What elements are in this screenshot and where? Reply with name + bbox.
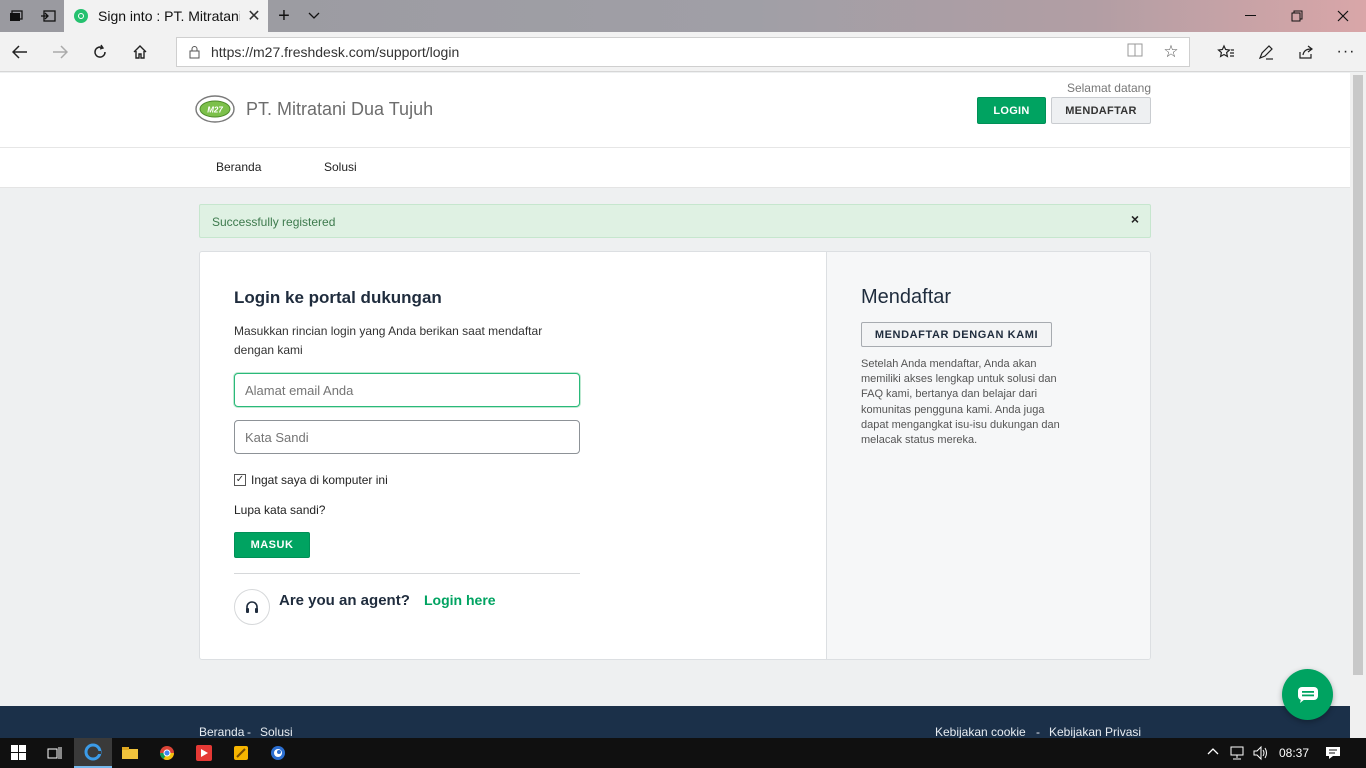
footer-link-solusi[interactable]: Solusi: [260, 725, 293, 738]
alert-message: Successfully registered: [212, 215, 336, 229]
login-button[interactable]: LOGIN: [977, 97, 1046, 124]
show-hidden-icons-chevron-up-icon[interactable]: [1207, 745, 1219, 762]
divider: [234, 573, 580, 574]
remember-label: Ingat saya di komputer ini: [251, 473, 388, 487]
volume-icon[interactable]: [1252, 745, 1270, 764]
forgot-password-link[interactable]: Lupa kata sandi?: [234, 503, 325, 517]
home-icon[interactable]: [120, 32, 160, 72]
web-page: M27 PT. Mitratani Dua Tujuh Selamat data…: [0, 73, 1350, 738]
submit-login-button[interactable]: MASUK: [234, 532, 310, 558]
site-header: M27 PT. Mitratani Dua Tujuh Selamat data…: [0, 73, 1350, 148]
forward-icon[interactable]: [40, 32, 80, 72]
address-toolbar: https://m27.freshdesk.com/support/login …: [0, 32, 1366, 72]
brand-name[interactable]: PT. Mitratani Dua Tujuh: [246, 99, 433, 120]
welcome-text: Selamat datang: [1066, 81, 1151, 95]
refresh-icon[interactable]: [80, 32, 120, 72]
browser-title-bar: Sign into : PT. Mitratani ✕ +: [0, 0, 1366, 32]
page-scrollbar[interactable]: [1350, 73, 1366, 738]
footer-separator: -: [1036, 725, 1040, 738]
action-center-icon[interactable]: [1324, 745, 1342, 764]
favorite-star-icon[interactable]: ☆: [1153, 42, 1189, 62]
login-title: Login ke portal dukungan: [234, 288, 442, 307]
site-footer: Beranda - Solusi Kebijakan cookie - Kebi…: [0, 706, 1350, 738]
close-window-icon[interactable]: [1320, 0, 1366, 32]
signup-panel: Mendaftar MENDAFTAR DENGAN KAMI Setelah …: [826, 252, 1150, 659]
network-icon[interactable]: [1228, 745, 1246, 764]
company-logo-icon[interactable]: M27: [194, 93, 236, 125]
chat-bubble-icon: [1297, 686, 1318, 703]
chrome-icon[interactable]: [148, 738, 186, 768]
success-alert: Successfully registered ×: [199, 204, 1151, 238]
footer-link-beranda[interactable]: Beranda: [199, 725, 244, 738]
footer-link-privacy[interactable]: Kebijakan Privasi: [1049, 725, 1141, 738]
share-icon[interactable]: [1286, 32, 1326, 72]
login-description: Masukkan rincian login yang Anda berikan…: [234, 324, 543, 357]
signup-with-us-button[interactable]: MENDAFTAR DENGAN KAMI: [861, 322, 1052, 347]
chat-widget-button[interactable]: [1282, 669, 1333, 720]
tab-close-icon[interactable]: ✕: [240, 6, 268, 26]
media-app-icon[interactable]: [185, 738, 223, 768]
headset-icon: [234, 589, 270, 625]
agent-login-link[interactable]: Login here: [424, 592, 496, 608]
alert-close-icon[interactable]: ×: [1131, 211, 1139, 227]
file-explorer-icon[interactable]: [111, 738, 149, 768]
login-card: Login ke portal dukungan Masukkan rincia…: [199, 251, 1151, 660]
taskbar-clock[interactable]: 08:37: [1279, 746, 1309, 760]
main-nav: Beranda Solusi: [0, 148, 1350, 188]
svg-text:M27: M27: [207, 106, 223, 115]
web-note-pen-icon[interactable]: [1246, 32, 1286, 72]
tab-title: Sign into : PT. Mitratani: [98, 8, 240, 24]
remember-me[interactable]: ✓ Ingat saya di komputer ini: [234, 473, 388, 487]
password-field[interactable]: [234, 420, 580, 454]
restore-icon[interactable]: [1274, 0, 1320, 32]
nav-item-beranda[interactable]: Beranda: [216, 160, 261, 174]
url-text: https://m27.freshdesk.com/support/login: [211, 44, 460, 60]
footer-link-cookie[interactable]: Kebijakan cookie: [935, 725, 1026, 738]
tool-app-icon[interactable]: [222, 738, 260, 768]
browser-tab[interactable]: Sign into : PT. Mitratani ✕: [64, 0, 268, 32]
nav-item-solusi[interactable]: Solusi: [324, 160, 357, 174]
scrollbar-thumb[interactable]: [1353, 75, 1363, 675]
tab-list-chevron-down-icon[interactable]: [300, 0, 328, 32]
minimize-icon[interactable]: [1228, 0, 1274, 32]
reading-view-icon[interactable]: [1117, 42, 1153, 62]
signup-button[interactable]: MENDAFTAR: [1051, 97, 1151, 124]
windows-taskbar: 08:37: [0, 738, 1366, 768]
agent-question: Are you an agent?: [279, 592, 410, 609]
task-view-icon[interactable]: [36, 738, 74, 768]
signup-description: Setelah Anda mendaftar, Anda akan memili…: [861, 358, 1060, 447]
more-options-icon[interactable]: ···: [1326, 32, 1366, 72]
signup-title: Mendaftar: [861, 286, 952, 308]
favorites-hub-icon[interactable]: [1206, 32, 1246, 72]
tab-actions-icon[interactable]: [0, 0, 32, 32]
remember-checkbox[interactable]: ✓: [234, 474, 246, 486]
address-bar[interactable]: https://m27.freshdesk.com/support/login …: [176, 37, 1190, 67]
email-field[interactable]: [234, 373, 580, 407]
set-tabs-aside-icon[interactable]: [32, 0, 64, 32]
back-icon[interactable]: [0, 32, 40, 72]
lock-icon: [177, 45, 211, 59]
footer-separator: -: [247, 725, 251, 738]
windows-start-icon[interactable]: [0, 738, 38, 768]
app-icon-blue[interactable]: [259, 738, 297, 768]
new-tab-icon[interactable]: +: [268, 0, 300, 32]
edge-browser-icon[interactable]: [74, 738, 112, 768]
freshdesk-favicon-icon: [74, 9, 88, 23]
